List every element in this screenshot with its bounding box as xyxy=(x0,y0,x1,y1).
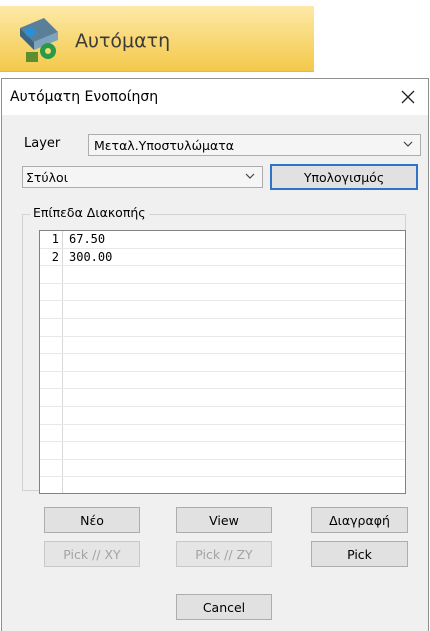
columns-auto-icon xyxy=(20,18,58,62)
empty-table-row[interactable] xyxy=(40,424,405,443)
cut-levels-group-title: Επίπεδα Διακοπής xyxy=(30,205,149,220)
auto-merge-dialog: Αυτόματη Ενοποίηση Layer Μεταλ.Υποστυλώμ… xyxy=(1,78,429,631)
chevron-down-icon xyxy=(245,173,255,179)
layer-select[interactable]: Μεταλ.Υποστυλώματα xyxy=(88,134,421,156)
calculate-button[interactable]: Υπολογισμός xyxy=(270,164,418,190)
row-index xyxy=(40,477,63,493)
row-index xyxy=(40,371,63,389)
row-index xyxy=(40,283,63,301)
empty-table-row[interactable] xyxy=(40,266,405,284)
row-index xyxy=(40,266,63,283)
row-index xyxy=(40,301,63,318)
empty-table-row[interactable] xyxy=(40,459,405,478)
empty-table-row[interactable] xyxy=(40,301,405,319)
row-index xyxy=(40,406,63,424)
pick-button[interactable]: Pick xyxy=(311,541,408,567)
empty-table-row[interactable] xyxy=(40,389,405,407)
row-index xyxy=(40,318,63,336)
row-value: 300.00 xyxy=(69,249,113,264)
empty-table-row[interactable] xyxy=(40,371,405,390)
close-button[interactable] xyxy=(388,79,428,115)
view-button[interactable]: View xyxy=(176,507,272,533)
empty-table-row[interactable] xyxy=(40,354,405,372)
row-index xyxy=(40,389,63,406)
row-index: 1 xyxy=(40,231,63,248)
row-index: 2 xyxy=(40,248,63,266)
close-icon xyxy=(401,90,415,104)
row-index xyxy=(40,354,63,371)
layer-select-value: Μεταλ.Υποστυλώματα xyxy=(94,138,234,153)
dialog-titlebar: Αυτόματη Ενοποίηση xyxy=(2,79,428,115)
table-row[interactable]: 2 300.00 xyxy=(40,248,405,267)
pick-xy-button[interactable]: Pick // XY xyxy=(44,541,140,567)
empty-table-row[interactable] xyxy=(40,442,405,460)
ribbon-label: Αυτόματη xyxy=(75,30,171,52)
row-index xyxy=(40,424,63,442)
row-index xyxy=(40,336,63,354)
new-button[interactable]: Νέο xyxy=(44,507,140,533)
delete-button[interactable]: Διαγραφή xyxy=(311,507,408,533)
empty-table-row[interactable] xyxy=(40,336,405,355)
row-index xyxy=(40,459,63,477)
table-row[interactable]: 1 67.50 xyxy=(40,231,405,249)
row-index xyxy=(40,442,63,459)
row-value: 67.50 xyxy=(69,232,106,246)
empty-table-row[interactable] xyxy=(40,318,405,337)
type-select-value: Στύλοι xyxy=(26,170,68,185)
ribbon-automatic-button[interactable]: Αυτόματη xyxy=(0,6,314,72)
empty-table-row[interactable] xyxy=(40,477,405,493)
pick-zy-button[interactable]: Pick // ZY xyxy=(176,541,272,567)
chevron-down-icon xyxy=(403,141,413,147)
cancel-button[interactable]: Cancel xyxy=(176,594,272,620)
empty-table-row[interactable] xyxy=(40,283,405,302)
cut-levels-grid[interactable]: 1 67.50 2 300.00 xyxy=(39,230,406,494)
layer-label: Layer xyxy=(24,136,61,151)
dialog-title: Αυτόματη Ενοποίηση xyxy=(10,89,159,105)
type-select[interactable]: Στύλοι xyxy=(22,166,263,188)
empty-table-row[interactable] xyxy=(40,406,405,425)
